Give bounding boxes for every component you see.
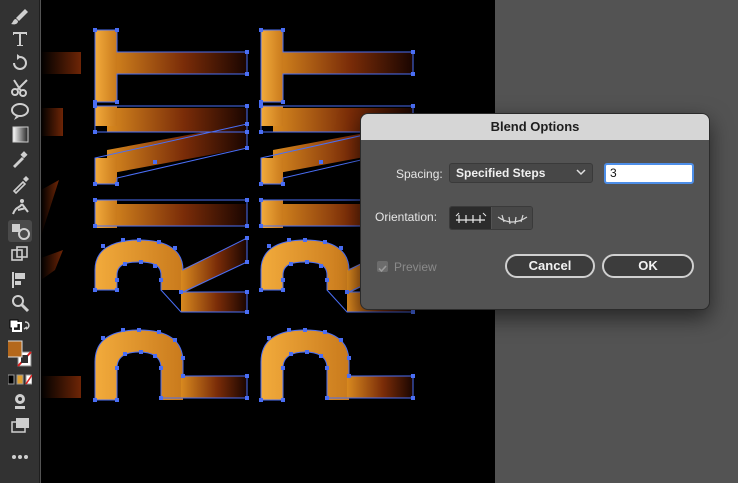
zoom-icon[interactable] <box>8 292 32 314</box>
screen-mode-icon[interactable] <box>8 414 32 436</box>
checkmark-icon <box>378 265 387 273</box>
rotate-icon[interactable] <box>8 52 32 74</box>
align-to-path-icon <box>497 214 528 225</box>
ok-button[interactable]: OK <box>602 254 694 278</box>
color-mode-icon[interactable] <box>8 374 32 386</box>
preview-label: Preview <box>394 260 437 274</box>
symbol-sprayer-icon[interactable] <box>8 268 32 290</box>
type-icon[interactable] <box>8 28 32 50</box>
blend-tool-icon[interactable] <box>8 220 32 242</box>
orientation-label: Orientation: <box>375 210 438 224</box>
puppet-warp-icon[interactable] <box>8 196 32 218</box>
align-to-path-button[interactable] <box>492 207 532 229</box>
specified-steps-input[interactable]: 3 <box>604 163 694 184</box>
draw-mode-icon[interactable] <box>8 390 32 412</box>
scissors-icon[interactable] <box>8 76 32 98</box>
preview-checkbox[interactable] <box>377 261 388 273</box>
shape-builder-icon[interactable] <box>8 244 32 266</box>
spacing-label: Spacing: <box>396 167 443 181</box>
cancel-button[interactable]: Cancel <box>505 254 595 278</box>
paintbrush-icon[interactable] <box>8 6 32 28</box>
spacing-dropdown-value: Specified Steps <box>456 166 546 180</box>
align-to-page-button[interactable] <box>450 207 491 229</box>
eyedropper-paint-icon[interactable] <box>8 148 32 170</box>
chevron-down-icon <box>576 169 586 176</box>
blend-options-dialog: Blend Options Spacing: Specified Steps 3… <box>360 113 710 310</box>
fill-stroke-swatch-icon[interactable] <box>8 340 32 370</box>
warp-icon[interactable] <box>8 100 32 122</box>
default-fill-stroke-icon[interactable] <box>8 318 32 340</box>
gradient-icon[interactable] <box>8 124 32 146</box>
orientation-toggle-group <box>449 206 533 230</box>
tools-panel <box>0 0 40 483</box>
align-to-page-icon <box>455 212 487 223</box>
spacing-dropdown[interactable]: Specified Steps <box>449 163 593 183</box>
eyedropper-icon[interactable] <box>8 172 32 194</box>
more-tools-icon[interactable] <box>8 446 32 468</box>
dialog-title: Blend Options <box>361 114 709 140</box>
